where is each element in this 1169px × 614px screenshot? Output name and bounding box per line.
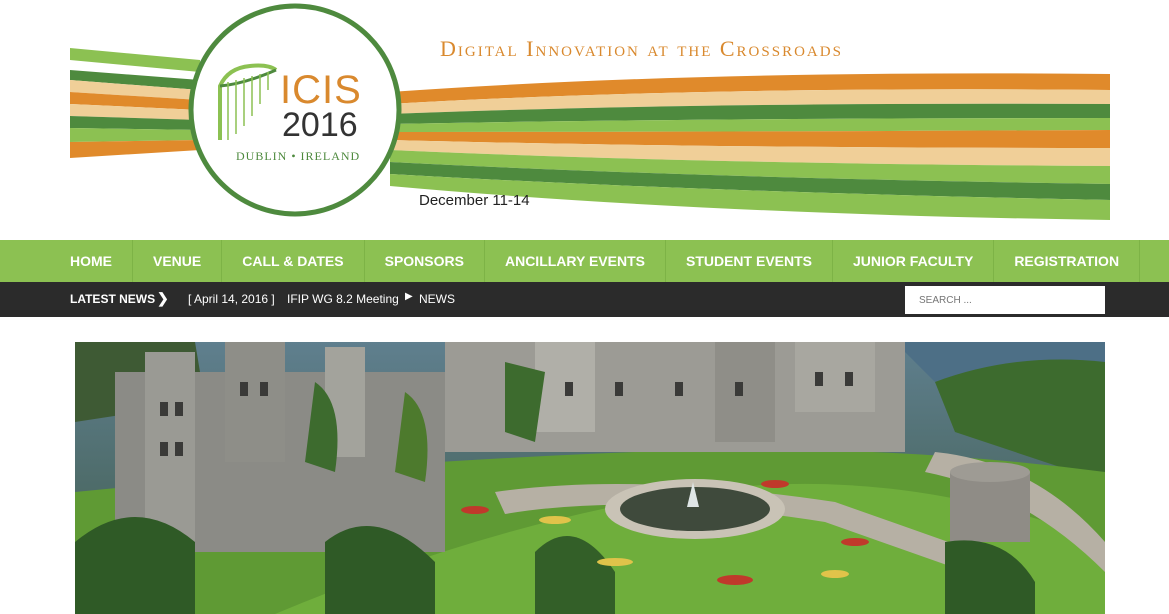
nav-item-student-events[interactable]: STUDENT EVENTS	[666, 240, 833, 282]
nav-item-sponsors[interactable]: SPONSORS	[365, 240, 485, 282]
site-tagline: Digital Innovation at the Crossroads	[440, 36, 843, 61]
harp-icon	[218, 63, 278, 140]
news-date: [ April 14, 2016 ]	[188, 292, 275, 306]
nav-item-venue[interactable]: VENUE	[133, 240, 223, 282]
site-header: ICIS 2016 DUBLIN • IRELAND Digital Innov…	[0, 0, 1169, 240]
nav-item-junior-faculty[interactable]: JUNIOR FACULTY	[833, 240, 995, 282]
chevron-right-icon: ❯	[157, 290, 169, 306]
hero-image	[75, 342, 1105, 614]
search-input[interactable]	[905, 286, 1105, 314]
nav-item-registration[interactable]: REGISTRATION	[994, 240, 1141, 282]
conference-dates: December 11-14	[419, 192, 530, 209]
news-category-link[interactable]: NEWS	[419, 292, 455, 306]
castle-photo	[75, 342, 1105, 614]
news-headline-link[interactable]: IFIP WG 8.2 Meeting	[287, 292, 399, 306]
caret-right-icon: ▶	[405, 291, 413, 302]
main-navigation: HOME VENUE CALL & DATES SPONSORS ANCILLA…	[0, 240, 1169, 282]
logo-city: DUBLIN • IRELAND	[236, 149, 361, 163]
latest-news-label: LATEST NEWS	[70, 292, 156, 306]
nav-item-call-dates[interactable]: CALL & DATES	[222, 240, 365, 282]
logo-year: 2016	[282, 106, 358, 144]
nav-item-home[interactable]: HOME	[0, 240, 133, 282]
nav-item-ancillary-events[interactable]: ANCILLARY EVENTS	[485, 240, 666, 282]
